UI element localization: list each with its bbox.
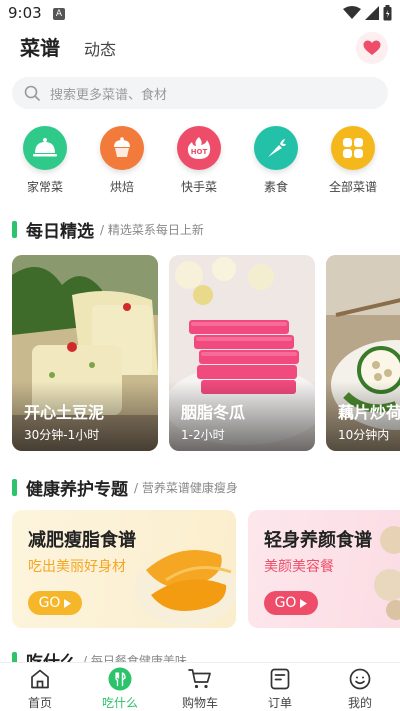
tab-recipes[interactable]: 菜谱 [20, 32, 60, 61]
status-time: 9:03 [8, 4, 42, 22]
section-subtitle: / 精选菜系每日上新 [100, 222, 204, 237]
recipe-card-time: 10分钟内 [338, 428, 390, 442]
recipe-card-time: 1-2小时 [181, 428, 225, 442]
section-title: 健康养护专题 [26, 479, 128, 500]
notification-badge-icon: A [53, 8, 65, 20]
nav-item-orders[interactable]: 订单 [240, 667, 320, 711]
category-row: 家常菜 烘焙 HOT 快手菜 素食 全部菜谱 [0, 126, 400, 198]
go-button[interactable]: GO [28, 591, 82, 615]
profile-icon [348, 667, 372, 691]
search-bar[interactable]: 搜索更多菜谱、食材 [12, 77, 388, 109]
nav-label: 吃什么 [101, 696, 138, 710]
category-label: 烘焙 [109, 180, 134, 194]
heart-icon [363, 40, 381, 55]
top-header: 菜谱 动态 [0, 30, 400, 64]
category-baking[interactable]: 烘焙 [87, 126, 157, 195]
search-icon [24, 85, 40, 101]
bottom-nav: 首页 吃什么 购物车 订单 我的 [0, 662, 400, 711]
banner-title: 减肥瘦脂食谱 [28, 530, 136, 551]
app-screen: 9:03 A 菜谱 动态 搜索更多菜谱、食材 家常菜 烘焙 HOT 快手菜 素食… [0, 0, 400, 711]
recipe-card-title: 胭脂冬瓜 [181, 403, 246, 422]
play-arrow-icon [300, 598, 308, 608]
tab-feed[interactable]: 动态 [84, 36, 116, 60]
svg-text:HOT: HOT [191, 148, 208, 156]
banner-subtitle: 美颜美容餐 [264, 559, 334, 575]
category-label: 家常菜 [26, 180, 63, 194]
battery-icon [383, 5, 392, 21]
nav-label: 我的 [347, 696, 372, 710]
go-button[interactable]: GO [264, 591, 318, 615]
cupcake-icon [100, 126, 144, 170]
hot-icon: HOT [177, 126, 221, 170]
carrot-icon [254, 126, 298, 170]
wifi-icon [343, 6, 361, 19]
category-vegetarian[interactable]: 素食 [241, 126, 311, 195]
fork-knife-icon [108, 667, 132, 691]
topic-banner-slimming[interactable]: 减肥瘦脂食谱 吃出美丽好身材 GO [12, 510, 236, 628]
section-health-header: 健康养护专题 / 营养菜谱健康瘦身 [12, 476, 238, 500]
nav-label: 订单 [267, 696, 292, 710]
recipe-card-title: 开心土豆泥 [24, 403, 105, 422]
go-label: GO [274, 595, 297, 611]
dried-mango-illustration [134, 550, 236, 626]
cloche-icon [23, 126, 67, 170]
play-arrow-icon [64, 598, 72, 608]
recipe-card-time: 30分钟-1小时 [24, 428, 100, 442]
recipe-card-title: 藕片炒荷 [338, 403, 400, 422]
recipe-card[interactable]: 胭脂冬瓜 1-2小时 [169, 255, 315, 451]
banner-subtitle: 吃出美丽好身材 [28, 559, 126, 575]
status-icons [343, 5, 392, 21]
favorites-button[interactable] [356, 32, 388, 64]
order-icon [268, 667, 292, 691]
nav-item-cart[interactable]: 购物车 [160, 667, 240, 711]
category-all-recipes[interactable]: 全部菜谱 [318, 126, 388, 195]
nav-label: 购物车 [181, 696, 218, 710]
nav-item-profile[interactable]: 我的 [320, 667, 400, 711]
banner-title: 轻身养颜食谱 [264, 530, 372, 551]
grid-icon [331, 126, 375, 170]
topic-banner-beauty[interactable]: 轻身养颜食谱 美颜美容餐 GO [248, 510, 400, 628]
section-accent-bar [12, 220, 17, 238]
nav-item-what-to-eat[interactable]: 吃什么 [80, 667, 160, 711]
section-accent-bar [12, 478, 17, 496]
category-quick-dish[interactable]: HOT 快手菜 [164, 126, 234, 195]
signal-icon [365, 6, 379, 20]
nav-item-home[interactable]: 首页 [0, 667, 80, 711]
nav-label: 首页 [27, 696, 52, 710]
category-label: 快手菜 [180, 180, 217, 194]
recipe-card[interactable]: 藕片炒荷 10分钟内 [326, 255, 400, 451]
search-input[interactable]: 搜索更多菜谱、食材 [50, 84, 167, 103]
section-daily-header: 每日精选 / 精选菜系每日上新 [12, 218, 204, 242]
recipe-card[interactable]: 开心土豆泥 30分钟-1小时 [12, 255, 158, 451]
section-title: 每日精选 [26, 221, 94, 242]
home-icon [28, 667, 52, 691]
category-label: 素食 [263, 180, 288, 194]
category-home-cooking[interactable]: 家常菜 [10, 126, 80, 195]
status-bar: 9:03 A [0, 0, 400, 28]
section-subtitle: / 营养菜谱健康瘦身 [134, 480, 238, 495]
cart-icon [188, 667, 212, 691]
go-label: GO [38, 595, 61, 611]
daily-cards: 开心土豆泥 30分钟-1小时 胭脂冬瓜 1-2小时 藕片炒荷 10分钟内 [12, 255, 400, 451]
category-label: 全部菜谱 [328, 180, 377, 194]
